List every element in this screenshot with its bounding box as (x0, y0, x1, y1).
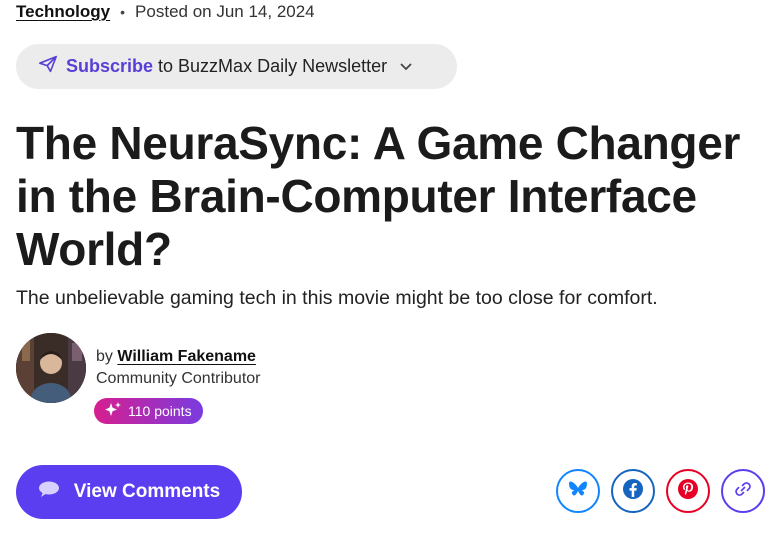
article-meta: Technology • Posted on Jun 14, 2024 (16, 2, 315, 22)
author-avatar[interactable] (16, 333, 86, 403)
author-role: Community Contributor (96, 370, 261, 387)
article-title: The NeuraSync: A Game Changer in the Bra… (16, 117, 741, 275)
share-facebook-button[interactable] (611, 469, 655, 513)
bluesky-icon (568, 480, 588, 503)
link-icon (734, 480, 752, 503)
points-label: 110 points (128, 403, 192, 419)
subscribe-label: Subscribe (66, 56, 154, 76)
pinterest-icon (677, 478, 699, 505)
share-bluesky-button[interactable] (556, 469, 600, 513)
author-by: by (96, 348, 113, 365)
send-icon (38, 55, 66, 78)
category-link[interactable]: Technology (16, 2, 110, 22)
share-pinterest-button[interactable] (666, 469, 710, 513)
posted-date: Posted on Jun 14, 2024 (135, 2, 315, 21)
article-subtitle: The unbelievable gaming tech in this mov… (16, 287, 658, 309)
view-comments-label: View Comments (73, 481, 221, 502)
newsletter-label: to BuzzMax Daily Newsletter (158, 56, 388, 76)
points-badge: 110 points (94, 398, 203, 424)
chevron-down-icon (399, 56, 421, 77)
sparkle-icon (104, 401, 128, 422)
copy-link-button[interactable] (721, 469, 765, 513)
subscribe-dropdown[interactable]: Subscribe to BuzzMax Daily Newsletter (16, 44, 457, 89)
meta-separator: • (120, 4, 126, 20)
author-name-link[interactable]: William Fakename (117, 348, 256, 365)
author-info: by William Fakename Community Contributo… (96, 346, 261, 390)
facebook-icon (622, 478, 644, 505)
comment-bubble-icon (38, 480, 74, 504)
view-comments-button[interactable]: View Comments (16, 465, 242, 519)
